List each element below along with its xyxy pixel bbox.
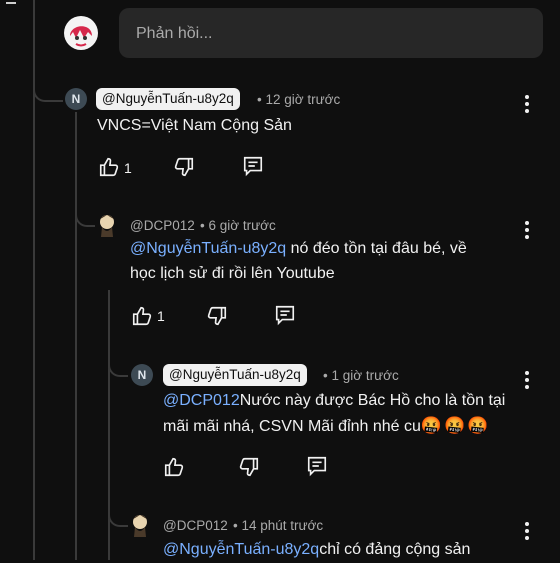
thread-line-sub <box>75 112 77 560</box>
mention-link[interactable]: @DCP012 <box>163 392 240 409</box>
more-options-icon[interactable] <box>524 371 530 389</box>
like-icon[interactable] <box>98 156 120 178</box>
dislike-icon[interactable] <box>206 305 228 327</box>
comment-handle-chip[interactable]: @NguyễnTuấn-u8y2q <box>163 364 307 386</box>
mention-link[interactable]: @NguyễnTuấn-u8y2q <box>130 240 286 257</box>
comment-text-line2: mãi mãi nhá, CSVN Mãi đỉnh nhé cu🤬🤬🤬 <box>163 416 491 435</box>
like-icon[interactable] <box>131 305 153 327</box>
user-avatar <box>64 16 98 50</box>
comment-time: • 14 phút trước <box>233 518 324 533</box>
reply-icon[interactable] <box>242 155 264 177</box>
comment-handle[interactable]: @DCP012 <box>163 518 228 533</box>
top-partial-icon <box>6 0 16 4</box>
like-icon[interactable] <box>163 456 185 478</box>
comment-time: • 6 giờ trước <box>200 218 276 233</box>
reply-input[interactable]: Phản hồi... <box>119 8 543 58</box>
comment-text: @NguyễnTuấn-u8y2qchỉ có đảng cộng sản <box>163 541 471 558</box>
dislike-icon[interactable] <box>173 156 195 178</box>
mention-link[interactable]: @NguyễnTuấn-u8y2q <box>163 541 319 558</box>
reply-icon[interactable] <box>274 304 296 326</box>
comment-text: @NguyễnTuấn-u8y2q nó đéo tồn tại đâu bé,… <box>130 240 467 257</box>
thread-connector <box>33 60 63 102</box>
comment-time: • 12 giờ trước <box>257 92 341 107</box>
comment-handle-chip[interactable]: @NguyễnTuấn-u8y2q <box>96 88 240 110</box>
reply-placeholder: Phản hồi... <box>136 25 213 42</box>
comment-handle[interactable]: @DCP012 <box>130 218 195 233</box>
more-options-icon[interactable] <box>524 221 530 239</box>
avatar[interactable] <box>96 213 118 237</box>
comment-text-line2: học lịch sử đi rồi lên Youtube <box>130 265 335 282</box>
like-count: 1 <box>124 160 132 176</box>
comment-text: VNCS=Việt Nam Cộng Sản <box>97 117 292 134</box>
more-options-icon[interactable] <box>524 522 530 540</box>
angry-emoji: 🤬🤬🤬 <box>420 416 491 435</box>
comment-text: @DCP012Nước này được Bác Hồ cho là tồn t… <box>163 392 506 409</box>
avatar[interactable]: N <box>131 364 153 386</box>
comment-time: • 1 giờ trước <box>323 368 399 383</box>
dislike-icon[interactable] <box>238 456 260 478</box>
reply-icon[interactable] <box>306 455 328 477</box>
avatar[interactable]: N <box>65 88 87 110</box>
thread-connector <box>108 495 128 527</box>
thread-connector <box>75 190 95 227</box>
more-options-icon[interactable] <box>524 95 530 113</box>
thread-connector <box>108 345 128 377</box>
avatar[interactable] <box>129 513 151 537</box>
like-count: 1 <box>157 308 165 324</box>
